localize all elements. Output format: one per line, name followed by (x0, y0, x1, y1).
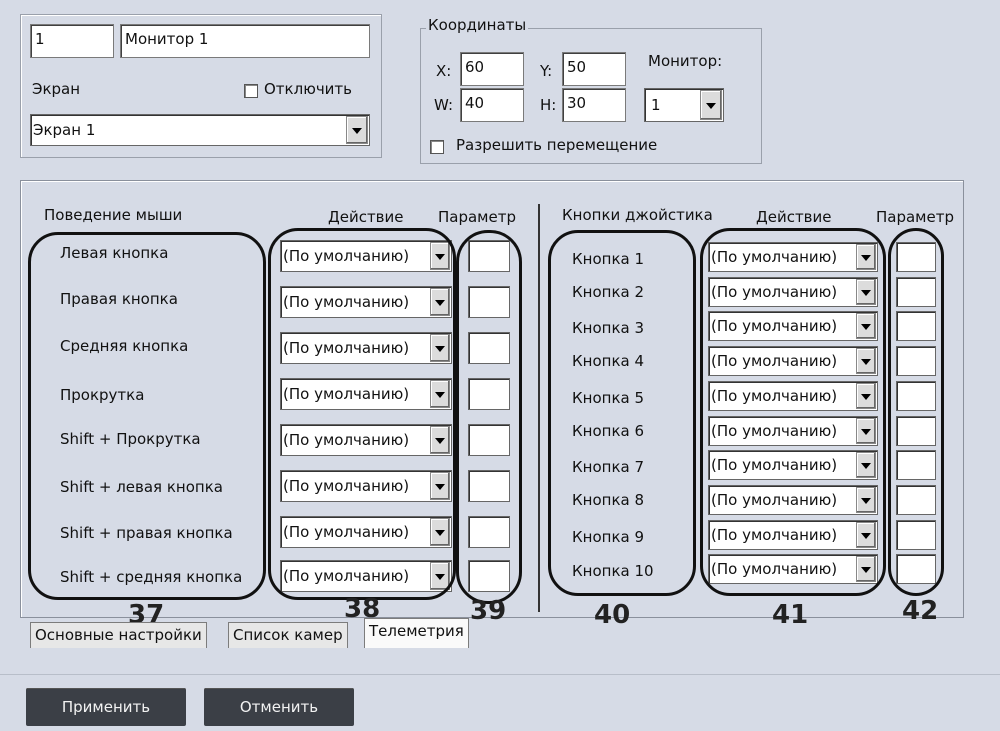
w-field[interactable]: 40 (460, 88, 524, 122)
y-field[interactable]: 50 (562, 52, 626, 86)
annotation-oval-40 (548, 230, 696, 596)
joystick-param-header: Параметр (876, 208, 954, 226)
monitor-select-value: 1 (651, 96, 661, 114)
coords-title: Координаты (426, 16, 529, 34)
annotation-oval-39 (456, 230, 522, 604)
mouse-action-header: Действие (328, 208, 404, 226)
annotation-oval-37 (28, 232, 266, 600)
monitor-name-field[interactable]: Монитор 1 (120, 24, 370, 58)
joystick-header: Кнопки джойстика (562, 206, 713, 224)
h-field[interactable]: 30 (562, 88, 626, 122)
screen-select-value: Экран 1 (33, 121, 96, 139)
annotation-oval-42 (888, 228, 944, 596)
screen-select[interactable]: Экран 1 (30, 114, 370, 146)
annotation-oval-38 (268, 228, 456, 600)
tab-main-settings[interactable]: Основные настройки (30, 622, 207, 648)
joystick-action-header: Действие (756, 208, 832, 226)
annotation-oval-41 (700, 228, 886, 596)
apply-button[interactable]: Применить (26, 688, 186, 726)
column-divider (538, 204, 540, 612)
annotation-number: 41 (772, 600, 809, 630)
y-label: Y: (540, 62, 553, 80)
bottom-divider (0, 674, 1000, 675)
x-label: X: (436, 62, 452, 80)
h-label: H: (540, 96, 557, 114)
annotation-number: 42 (902, 596, 939, 626)
disable-checkbox[interactable] (244, 84, 258, 98)
w-label: W: (434, 96, 454, 114)
mouse-param-header: Параметр (438, 208, 516, 226)
mouse-header: Поведение мыши (44, 206, 183, 224)
tab-telemetry[interactable]: Телеметрия (364, 618, 469, 648)
chevron-down-icon[interactable] (700, 90, 722, 120)
screen-label: Экран (32, 80, 81, 98)
allow-move-label: Разрешить перемещение (456, 136, 658, 154)
disable-label: Отключить (264, 80, 353, 98)
tab-camera-list[interactable]: Список камер (228, 622, 348, 648)
annotation-number: 39 (470, 596, 507, 626)
monitor-label: Монитор: (648, 52, 723, 70)
allow-move-checkbox[interactable] (430, 140, 444, 154)
chevron-down-icon[interactable] (346, 116, 368, 144)
monitor-id-field[interactable]: 1 (30, 24, 114, 58)
cancel-button[interactable]: Отменить (204, 688, 354, 726)
monitor-select[interactable]: 1 (644, 88, 724, 122)
x-field[interactable]: 60 (460, 52, 524, 86)
annotation-number: 40 (594, 600, 631, 630)
